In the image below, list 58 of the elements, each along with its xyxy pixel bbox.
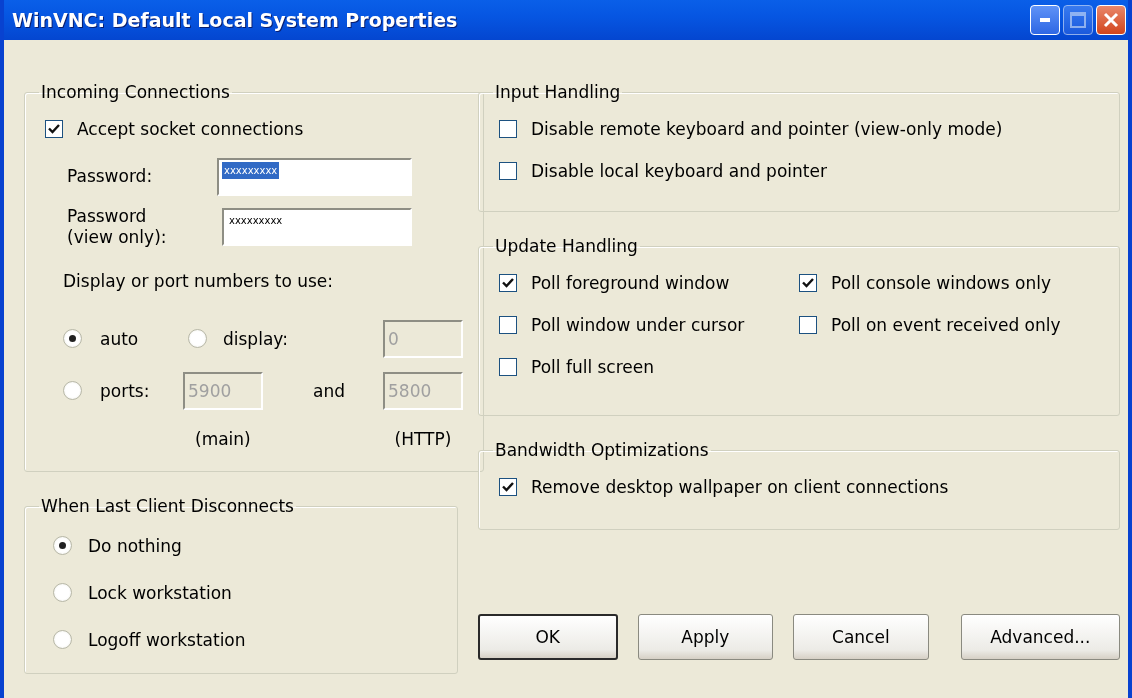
checkbox[interactable] bbox=[499, 274, 517, 292]
password-field[interactable]: xxxxxxxxx bbox=[222, 208, 412, 247]
password-field[interactable]: xxxxxxxxx bbox=[217, 158, 412, 196]
group-title: When Last Client Disconnects bbox=[40, 496, 295, 516]
radio-label: Lock workstation bbox=[88, 582, 232, 603]
checkbox-label: Disable local keyboard and pointer bbox=[531, 161, 827, 181]
port-caption: (main) bbox=[195, 428, 251, 449]
dialog-button[interactable]: OK bbox=[478, 614, 618, 660]
radio-button[interactable] bbox=[63, 381, 82, 400]
checkbox[interactable] bbox=[499, 120, 517, 138]
field-label: Password (view only): bbox=[67, 206, 168, 249]
and-label: and bbox=[313, 380, 346, 401]
group-title: Incoming Connections bbox=[40, 82, 231, 102]
radio-label: ports: bbox=[100, 380, 150, 401]
radio-button[interactable] bbox=[53, 583, 72, 602]
checkbox-label: Poll console windows only bbox=[831, 273, 1051, 293]
group-title: Input Handling bbox=[494, 82, 622, 102]
checkmark-icon bbox=[802, 277, 814, 289]
group-title: Bandwidth Optimizations bbox=[494, 440, 710, 460]
checkbox-label: Remove desktop wallpaper on client connections bbox=[531, 477, 949, 497]
radio-label: Logoff workstation bbox=[88, 629, 246, 650]
checkbox[interactable] bbox=[499, 358, 517, 376]
checkbox[interactable] bbox=[799, 316, 817, 334]
minimize-icon bbox=[1040, 18, 1050, 22]
checkbox-label: Poll window under cursor bbox=[531, 315, 745, 335]
maximize-button[interactable] bbox=[1063, 5, 1093, 35]
radio-button[interactable] bbox=[188, 329, 207, 348]
radio-button[interactable] bbox=[53, 536, 72, 555]
minimize-button[interactable] bbox=[1030, 5, 1060, 35]
checkmark-icon bbox=[502, 277, 514, 289]
section-label: Display or port numbers to use: bbox=[63, 270, 334, 291]
radio-button[interactable] bbox=[53, 630, 72, 649]
checkbox[interactable] bbox=[499, 162, 517, 180]
radio-button[interactable] bbox=[63, 329, 82, 348]
window-title: WinVNC: Default Local System Properties bbox=[12, 9, 458, 31]
dialog-button[interactable]: Apply bbox=[637, 614, 774, 660]
checkbox-label: Poll foreground window bbox=[531, 273, 730, 293]
dialog-button[interactable]: Cancel bbox=[793, 614, 929, 660]
checkbox-label: Disable remote keyboard and pointer (view-only mode) bbox=[531, 119, 1003, 139]
radio-label: auto bbox=[100, 328, 139, 349]
field-label: Password: bbox=[67, 166, 154, 188]
close-icon bbox=[1103, 12, 1119, 28]
checkbox-label: Poll on event received only bbox=[831, 315, 1061, 335]
maximize-icon bbox=[1070, 12, 1086, 28]
checkbox-label: Accept socket connections bbox=[77, 119, 304, 139]
checkbox-label: Poll full screen bbox=[531, 357, 655, 377]
checkbox[interactable] bbox=[499, 478, 517, 496]
radio-label: Do nothing bbox=[88, 535, 182, 556]
group-title: Update Handling bbox=[494, 236, 639, 256]
checkmark-icon bbox=[502, 481, 514, 493]
checkbox[interactable] bbox=[499, 316, 517, 334]
close-button[interactable] bbox=[1096, 5, 1126, 35]
checkbox[interactable] bbox=[45, 120, 63, 138]
dialog-button[interactable]: Advanced... bbox=[960, 614, 1120, 660]
checkbox[interactable] bbox=[799, 274, 817, 292]
radio-label: display: bbox=[223, 328, 288, 349]
checkmark-icon bbox=[48, 123, 60, 135]
port-caption: (HTTP) bbox=[394, 428, 452, 449]
